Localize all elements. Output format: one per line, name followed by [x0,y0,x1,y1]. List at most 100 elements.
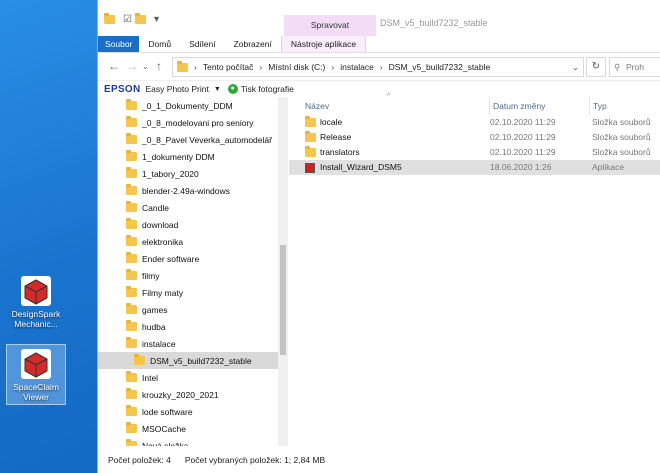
nav-tree-label: 1_tabory_2020 [142,168,199,179]
nav-tree-item[interactable]: elektronika [98,233,287,250]
tab-view[interactable]: Zobrazení [225,36,281,52]
ribbon-tabs: Soubor Domů Sdílení Zobrazení Nástroje a… [98,36,660,53]
sort-up-icon: ^ [387,93,391,100]
nav-tree-item[interactable]: games [98,301,287,318]
nav-tree-label: blender-2.49a-windows [142,185,230,196]
breadcrumb-separator[interactable]: › [194,62,197,72]
back-arrow-icon[interactable]: ← [108,59,120,73]
folder-icon [305,146,316,157]
column-date[interactable]: Datum změny [489,97,545,115]
column-name[interactable]: Název [305,101,329,111]
breadcrumb-this-pc[interactable]: Tento počítač [203,62,254,72]
file-row[interactable]: locale 02.10.2020 11:29 Složka souborů [289,115,660,130]
nav-tree-item[interactable]: 1_tabory_2020 [98,165,287,182]
file-type: Složka souborů [592,117,651,127]
folder-icon [305,116,316,127]
breadcrumb-current[interactable]: DSM_v5_build7232_stable [389,62,491,72]
nav-tree-item[interactable]: Ender software [98,250,287,267]
nav-tree-label: MSOCache [142,423,186,434]
refresh-button[interactable]: ↻ [586,57,606,77]
dropdown-arrow-icon[interactable]: ▼ [214,86,221,93]
search-input[interactable]: ⚲ Proh [609,57,660,77]
tab-home[interactable]: Domů [139,36,180,52]
folder-icon [126,184,137,195]
nav-tree-item[interactable]: hudba [98,318,287,335]
nav-tree-label: hudba [142,321,166,332]
file-date: 02.10.2020 11:29 [490,132,556,142]
status-selection: Počet vybraných položek: 1; 2,84 MB [184,454,326,465]
nav-tree-item[interactable]: Filmy maty [98,284,287,301]
column-type[interactable]: Typ [589,97,607,115]
file-row[interactable]: translators 02.10.2020 11:29 Složka soubor… [289,145,660,160]
spaceclaim-cube-icon [20,348,52,380]
folder-icon [126,252,137,263]
new-folder-icon[interactable] [134,13,146,24]
nav-tree-item[interactable]: MSOCache [98,420,287,437]
nav-tree-label: DSM_v5_build7232_stable [150,355,252,366]
folder-icon [126,388,137,399]
scrollbar-thumb[interactable] [280,245,286,355]
context-tab-header: Spravovat [284,15,376,36]
quick-access-toolbar: ☑ ▾ [104,13,159,25]
nav-tree-item[interactable]: blender-2.49a-windows [98,182,287,199]
folder-icon [134,354,145,365]
epson-logo: EPSON [104,83,141,95]
up-arrow-icon[interactable]: ↑ [156,59,162,73]
nav-tree-item[interactable]: Intel [98,369,287,386]
file-row[interactable]: Install_Wizard_DSM5 18.06.2020 1:26 Aplika… [289,160,660,175]
nav-tree-item[interactable]: _0_1_Dokumenty_DDM [98,97,287,114]
folder-icon [126,99,137,110]
easy-photo-print-button[interactable]: Easy Photo Print [146,84,209,94]
application-icon [305,163,315,173]
window-title: DSM_v5_build7232_stable [380,18,488,28]
forward-arrow-icon[interactable]: → [126,59,138,73]
desktop-icon-designspark[interactable]: DesignSpark Mechanic... [6,272,66,331]
nav-tree-item[interactable]: Candle [98,199,287,216]
breadcrumb-instalace[interactable]: instalace [340,62,374,72]
breadcrumb-separator[interactable]: › [331,62,334,72]
breadcrumb-separator[interactable]: › [380,62,383,72]
breadcrumb-separator[interactable]: › [259,62,262,72]
nav-tree-label: _0_8_Pavel Veverka_automodelář [142,134,272,145]
explorer-window: ☑ ▾ Spravovat DSM_v5_build7232_stable So… [97,0,660,473]
print-photo-button[interactable]: Tisk fotografie [241,84,294,94]
folder-icon [126,422,137,433]
tab-share[interactable]: Sdílení [180,36,224,52]
nav-tree-label: 1_dokumenty DDM [142,151,215,162]
nav-tree-item[interactable]: _0_8_Pavel Veverka_automodelář [98,131,287,148]
column-header-row: ^ Název Datum změny Typ [289,93,660,115]
nav-tree-item[interactable]: Nová složka [98,437,287,446]
tab-file[interactable]: Soubor [98,36,140,52]
nav-tree-item[interactable]: 1_dokumenty DDM [98,148,287,165]
nav-tree-label: Intel [142,372,159,383]
folder-icon [126,218,137,229]
nav-tree-label: _0_1_Dokumenty_DDM [142,100,233,111]
nav-tree-label: games [142,304,168,315]
desktop-icon-label: SpaceClaim Viewer [13,382,59,402]
nav-tree-label: elektronika [142,236,184,247]
address-row: ← → ⌄ ↑ › Tento počítač › Místní disk (C… [98,53,660,81]
nav-scrollbar[interactable] [278,97,288,446]
nav-tree-item[interactable]: DSM_v5_build7232_stable [98,352,287,369]
tab-application-tools[interactable]: Nástroje aplikace [280,36,367,52]
file-name: Install_Wizard_DSM5 [320,162,402,172]
address-dropdown-icon[interactable]: ⌄ [572,62,579,73]
properties-icon[interactable]: ☑ [123,14,132,25]
recent-locations-icon[interactable]: ⌄ [142,62,149,71]
file-date: 18.06.2020 1:26 [490,162,552,172]
qa-dropdown-icon[interactable]: ▾ [154,14,159,25]
breadcrumb-local-disk[interactable]: Místní disk (C:) [268,62,325,72]
nav-tree-item[interactable]: krouzky_2020_2021 [98,386,287,403]
navigation-pane: _0_1_Dokumenty_DDM _0_8_modelovani pro se… [98,97,288,446]
desktop-icon-spaceclaim[interactable]: SpaceClaim Viewer [6,344,66,405]
nav-tree-item[interactable]: instalace [98,335,287,352]
nav-tree-item[interactable]: _0_8_modelovani pro seniory [98,114,287,131]
nav-tree-item[interactable]: filmy [98,267,287,284]
desktop-icon-label: DesignSpark Mechanic... [11,309,61,329]
nav-tree-item[interactable]: lode software [98,403,287,420]
address-bar[interactable]: › Tento počítač › Místní disk (C:) › ins… [172,57,584,77]
designspark-cube-icon [20,275,52,307]
file-row[interactable]: Release 02.10.2020 11:29 Složka souborů [289,130,660,145]
nav-tree-item[interactable]: download [98,216,287,233]
folder-icon [126,167,137,178]
